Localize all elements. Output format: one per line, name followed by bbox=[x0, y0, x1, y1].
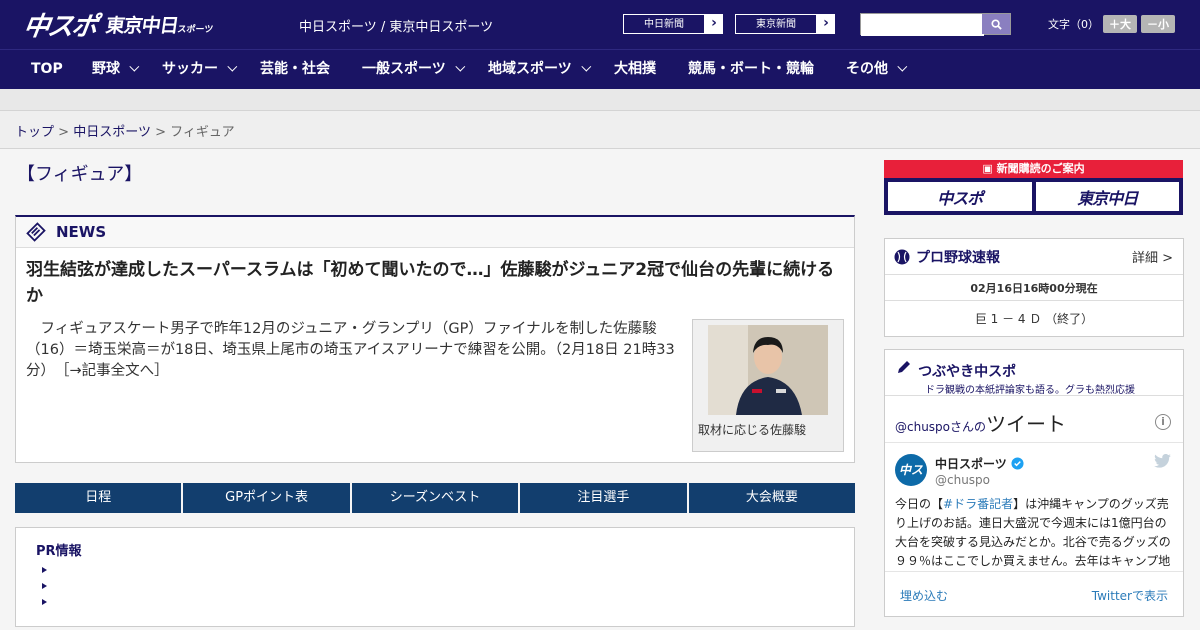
pr-title: PR情報 bbox=[36, 544, 82, 559]
photo-caption: 取材に応じる佐藤駿 bbox=[698, 423, 807, 437]
subscribe-chuspo-logo[interactable]: 中スポ bbox=[888, 182, 1032, 211]
chuspo-logo[interactable]: 中スポ bbox=[21, 6, 98, 43]
tab-schedule[interactable]: 日程 bbox=[15, 483, 182, 513]
pen-icon bbox=[898, 361, 910, 373]
tweets-by-handle[interactable]: @chuspo bbox=[895, 420, 950, 434]
top-header: 中スポ 東京中日スポーツ 中日スポーツ / 東京中日スポーツ 中日新聞 › 東京… bbox=[0, 0, 1200, 49]
chevron-down-icon bbox=[129, 61, 140, 72]
read-more-link[interactable]: ［→記事全文へ］ bbox=[62, 363, 168, 379]
page-title: 【フィギュア】 bbox=[17, 164, 143, 185]
tab-season-best[interactable]: シーズンベスト bbox=[351, 483, 519, 513]
pr-box: PR情報 bbox=[15, 527, 855, 627]
news-label: NEWS bbox=[56, 223, 107, 241]
baseball-detail-link[interactable]: 詳細 > bbox=[1132, 247, 1173, 266]
nav-entertainment[interactable]: 芸能・社会 bbox=[260, 50, 330, 90]
tab-gp-points[interactable]: GPポイント表 bbox=[183, 483, 350, 513]
site-links[interactable]: 中日スポーツ / 東京中日スポーツ bbox=[299, 16, 493, 35]
chevron-right-icon: › bbox=[711, 15, 717, 31]
search-input[interactable] bbox=[861, 16, 984, 36]
breadcrumb-top[interactable]: トップ bbox=[15, 125, 54, 140]
breadcrumb-chunichi[interactable]: 中日スポーツ bbox=[73, 125, 151, 140]
breadcrumb-current: フィギュア bbox=[170, 125, 235, 140]
chevron-down-icon bbox=[455, 61, 466, 72]
baseball-updated: 02月16日16時00分現在 bbox=[885, 276, 1183, 301]
tweet-text: 今日の【#ドラ番記者】は沖縄キャンプのグッズ売り上げのお話。連日大盛況で今週末に… bbox=[895, 497, 1171, 568]
news-box: NEWS 羽生結弦が達成したスーパースラムは「初めて聞いたので…」佐藤駿がジュニ… bbox=[15, 215, 855, 463]
subscribe-tokyo-chunichi-logo[interactable]: 東京中日 bbox=[1035, 182, 1179, 211]
font-size-control: 文字（0） ＋大 －小 bbox=[1048, 15, 1175, 33]
chevron-down-icon bbox=[897, 61, 908, 72]
news-header: NEWS bbox=[16, 217, 854, 248]
nav-baseball[interactable]: 野球 bbox=[92, 50, 140, 90]
tsubuyaki-title: つぶやき中スポ bbox=[918, 364, 1017, 380]
divider bbox=[885, 442, 1183, 443]
nav-racing[interactable]: 競馬・ボート・競輪 bbox=[688, 50, 814, 90]
nav-general-sports[interactable]: 一般スポーツ bbox=[362, 50, 466, 90]
breadcrumb: トップ > 中日スポーツ > フィギュア bbox=[0, 111, 1200, 149]
search-icon bbox=[990, 18, 1002, 30]
news-body: フィギュアスケート男子で昨年12月のジュニア・グランプリ（GP）ファイナルを制し… bbox=[26, 321, 675, 379]
baseball-scores: プロ野球速報 詳細 > 02月16日16時00分現在 巨 1 － 4 Ｄ （終了… bbox=[884, 238, 1184, 337]
news-icon bbox=[26, 222, 46, 242]
font-bigger-button[interactable]: ＋大 bbox=[1103, 15, 1137, 33]
chevron-down-icon bbox=[227, 61, 238, 72]
hashtag-link[interactable]: #ドラ番記者 bbox=[943, 497, 1013, 511]
chevron-down-icon bbox=[581, 61, 592, 72]
bullet-icon bbox=[42, 567, 47, 573]
site-logo[interactable]: 中スポ 東京中日スポーツ bbox=[21, 6, 216, 43]
news-photo-image[interactable] bbox=[708, 325, 828, 415]
twitter-widget: つぶやき中スポ ドラ観戦の本紙評論家も語る。グラも熱烈応援 @chuspoさんの… bbox=[884, 349, 1184, 617]
newspaper-icon: ▣ bbox=[982, 162, 993, 175]
figure-tabs: 日程 GPポイント表 シーズンベスト 注目選手 大会概要 bbox=[15, 483, 856, 513]
tsubuyaki-subtitle: ドラ観戦の本紙評論家も語る。グラも熱烈応援 bbox=[925, 385, 1135, 396]
tokyo-chunichi-logo[interactable]: 東京中日スポーツ bbox=[104, 11, 216, 38]
nav-regional-sports[interactable]: 地域スポーツ bbox=[488, 50, 592, 90]
view-on-twitter-link[interactable]: Twitterで表示 bbox=[1092, 587, 1168, 604]
nav-other[interactable]: その他 bbox=[846, 50, 908, 90]
nav-soccer[interactable]: サッカー bbox=[162, 50, 238, 90]
font-smaller-button[interactable]: －小 bbox=[1141, 15, 1175, 33]
nav-top[interactable]: TOP bbox=[31, 50, 63, 90]
baseball-icon bbox=[894, 249, 910, 264]
main-nav: TOP 野球 サッカー 芸能・社会 一般スポーツ 地域スポーツ 大相撲 競馬・ボ… bbox=[0, 49, 1200, 89]
tab-competition-overview[interactable]: 大会概要 bbox=[688, 483, 856, 513]
baseball-score[interactable]: 巨 1 － 4 Ｄ （終了） bbox=[885, 301, 1183, 337]
chunichi-shimbun-button[interactable]: 中日新聞 › bbox=[622, 13, 724, 35]
spacer-strip bbox=[0, 89, 1200, 111]
chevron-right-icon: › bbox=[823, 15, 829, 31]
bullet-icon bbox=[42, 599, 47, 605]
twitter-footer: 埋め込む Twitterで表示 bbox=[885, 571, 1183, 618]
search-box bbox=[860, 13, 1011, 36]
tokyo-shimbun-button[interactable]: 東京新聞 › bbox=[734, 13, 836, 35]
search-button[interactable] bbox=[982, 14, 1010, 34]
avatar[interactable]: 中スポ bbox=[895, 454, 927, 509]
font-size-label: 文字（0） bbox=[1048, 18, 1099, 31]
verified-icon bbox=[1011, 457, 1024, 470]
account-name[interactable]: 中日スポーツ bbox=[935, 455, 1024, 472]
news-photo[interactable]: 取材に応じる佐藤駿 bbox=[692, 319, 844, 452]
baseball-title: プロ野球速報 bbox=[916, 249, 1000, 266]
tweets-by-heading: @chuspoさんのツイート bbox=[895, 412, 1067, 436]
news-headline[interactable]: 羽生結弦が達成したスーパースラムは「初めて聞いたので…」佐藤駿がジュニア2冠で仙… bbox=[26, 257, 841, 309]
twitter-bird-icon[interactable] bbox=[1154, 454, 1171, 468]
subscription-banner[interactable]: ▣ 新聞購読のご案内 中スポ 東京中日 bbox=[884, 160, 1183, 215]
bullet-icon bbox=[42, 583, 47, 589]
nav-sumo[interactable]: 大相撲 bbox=[614, 50, 656, 90]
tab-featured-athletes[interactable]: 注目選手 bbox=[520, 483, 687, 513]
subscription-title: ▣ 新聞購読のご案内 bbox=[884, 160, 1183, 178]
info-icon[interactable]: i bbox=[1155, 414, 1171, 430]
account-handle[interactable]: @chuspo bbox=[935, 473, 990, 487]
embed-link[interactable]: 埋め込む bbox=[900, 587, 948, 604]
